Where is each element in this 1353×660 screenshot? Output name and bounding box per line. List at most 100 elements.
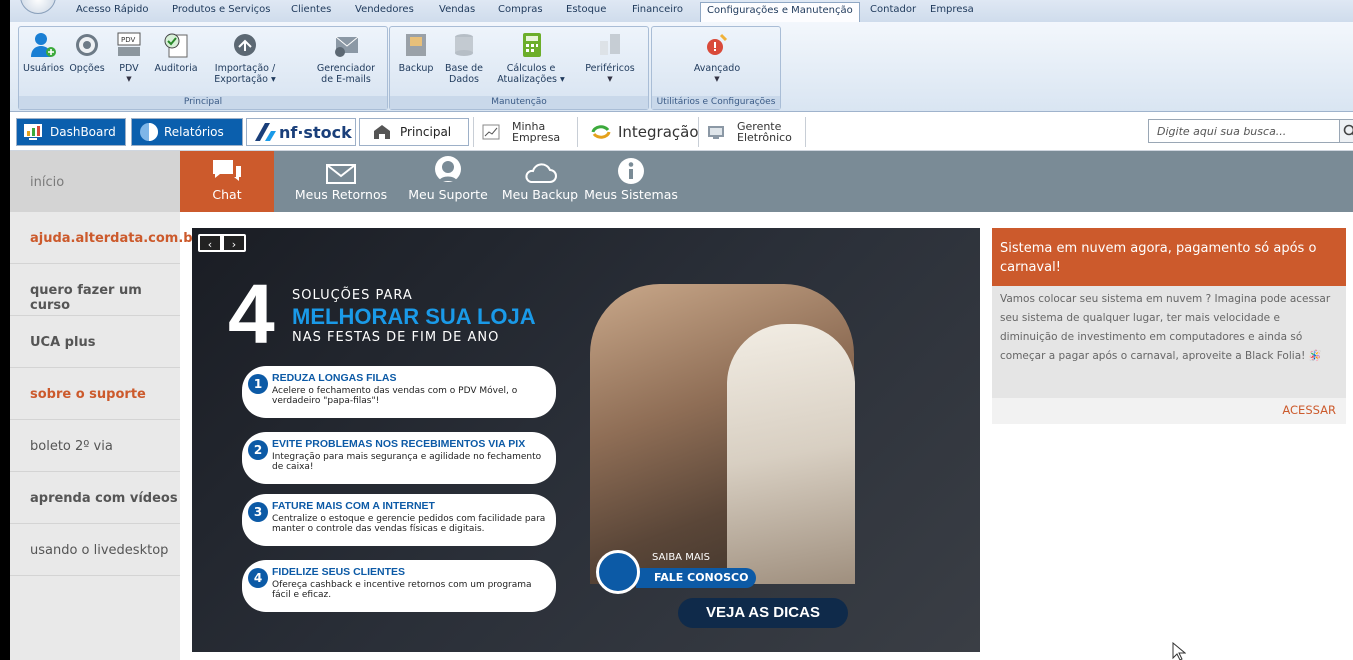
sidebar-item-curso[interactable]: quero fazer um curso <box>10 264 180 316</box>
nav-meu-backup[interactable]: Meu Backup <box>497 151 583 212</box>
database-icon <box>450 31 478 57</box>
chat-icon <box>213 160 241 181</box>
gerenciador-emails-button[interactable]: Gerenciador de E-mails <box>309 31 383 85</box>
tab-compras[interactable]: Compras <box>498 4 543 15</box>
pdv-label: PDV <box>119 63 139 74</box>
promo-banner[interactable]: ‹ › 4 SOLUÇÕES PARA MELHORAR SUA LOJA NA… <box>192 228 980 652</box>
tab-financeiro[interactable]: Financeiro <box>632 4 683 15</box>
users-icon <box>29 31 57 57</box>
tab-configuracoes-manutencao[interactable]: Configurações e Manutenção <box>700 2 860 22</box>
sidebar-item-videos[interactable]: aprenda com vídeos <box>10 472 180 524</box>
inicio-link[interactable]: início <box>10 151 180 212</box>
tab-vendedores[interactable]: Vendedores <box>355 4 414 15</box>
tab-acesso-rapido[interactable]: Acesso Rápido <box>76 4 148 15</box>
perifericos-button[interactable]: Periféricos ▼ <box>580 31 640 85</box>
search-button[interactable] <box>1339 119 1353 143</box>
tab-empresa[interactable]: Empresa <box>930 4 974 15</box>
window-edge <box>0 0 10 660</box>
fale-conosco-label: FALE CONOSCO <box>636 568 756 588</box>
saiba-mais-label: SAIBA MAIS <box>652 552 710 563</box>
empresa-label: Empresa <box>512 131 561 144</box>
relatorios-label: Relatórios <box>164 125 224 139</box>
dashboard-button[interactable]: DashBoard <box>16 118 126 146</box>
card-title: FIDELIZE SEUS CLIENTES <box>272 566 406 578</box>
tab-vendas[interactable]: Vendas <box>439 4 475 15</box>
perifericos-label: Periféricos <box>585 63 635 74</box>
phone-icon <box>596 550 640 594</box>
application-menu-button[interactable] <box>20 0 56 14</box>
card-number: 1 <box>248 374 268 394</box>
nav-meus-retornos[interactable]: Meus Retornos <box>286 151 396 212</box>
info-icon <box>618 158 644 184</box>
nav-chat[interactable]: Chat <box>180 151 274 212</box>
eletronico-label: Eletrônico <box>737 131 792 144</box>
toolbar-separator <box>473 117 474 147</box>
chevron-down-icon: ▾ <box>267 74 276 85</box>
card-number: 4 <box>248 568 268 588</box>
toolbar-separator <box>805 117 806 147</box>
sidebar-item-uca-plus[interactable]: UCA plus <box>10 316 180 368</box>
nav-meu-suporte-label: Meu Suporte <box>408 187 488 202</box>
advanced-warning-icon <box>703 31 731 57</box>
sidebar-item-sobre-suporte[interactable]: sobre o suporte <box>10 368 180 420</box>
avancado-label: Avançado <box>693 63 741 74</box>
carousel-prev-button[interactable]: ‹ <box>200 236 220 251</box>
fale-conosco-badge[interactable]: FALE CONOSCO SAIBA MAIS <box>596 550 756 594</box>
integracao-label: Integração <box>618 123 699 141</box>
gerente-eletronico-label: Gerente Eletrônico <box>737 121 792 143</box>
import-export-icon <box>231 31 259 57</box>
group-manutencao-label: Manutenção <box>390 96 648 109</box>
sidebar-item-ajuda[interactable]: ajuda.alterdata.com.br <box>10 212 199 264</box>
calculator-icon <box>517 31 545 57</box>
pdv-button[interactable]: PDV PDV ▼ <box>111 31 147 85</box>
calculos-atualizacoes-button[interactable]: Cálculos e Atualizações ▾ <box>494 31 568 85</box>
tab-contador[interactable]: Contador <box>870 4 916 15</box>
usuarios-label: Usuários <box>23 63 65 74</box>
auditoria-button[interactable]: Auditoria <box>151 31 201 74</box>
gerenciador-label: Gerenciador <box>316 63 376 74</box>
auditoria-label: Auditoria <box>154 63 198 74</box>
importacao-exportacao-button[interactable]: Importação / Exportação ▾ <box>205 31 285 85</box>
principal-button[interactable]: Principal <box>359 118 469 146</box>
card-number: 3 <box>248 502 268 522</box>
importacao-label: Importação / <box>214 63 276 74</box>
email-manager-icon <box>332 31 360 57</box>
group-manutencao: Backup Base de Dados Cálculos e Atualiza… <box>389 26 649 110</box>
nfstock-logo-icon <box>255 123 276 141</box>
minha-empresa-button[interactable]: Minha Empresa <box>480 118 570 146</box>
nav-meus-sistemas[interactable]: Meus Sistemas <box>583 151 679 212</box>
app-window: Acesso Rápido Produtos e Serviços Client… <box>0 0 1353 660</box>
relatorios-button[interactable]: Relatórios <box>131 118 243 146</box>
tab-clientes[interactable]: Clientes <box>291 4 331 15</box>
veja-dicas-button[interactable]: VEJA AS DICAS <box>678 598 848 628</box>
atualizacoes-label: Atualizações <box>497 74 558 85</box>
nav-meus-sistemas-label: Meus Sistemas <box>584 187 678 202</box>
usuarios-button[interactable]: Usuários <box>23 31 65 74</box>
backup-button[interactable]: Backup <box>396 31 436 74</box>
nfstock-button[interactable]: nf·stock <box>246 118 356 146</box>
search-input[interactable]: Digite aqui sua busca... <box>1148 119 1340 143</box>
nav-meu-suporte[interactable]: Meu Suporte <box>406 151 490 212</box>
card-desc: Ofereça cashback e incentive retornos co… <box>272 580 532 600</box>
base-de-dados-button[interactable]: Base de Dados <box>442 31 486 85</box>
peripherals-icon <box>596 31 624 57</box>
acessar-link[interactable]: ACESSAR <box>992 398 1346 424</box>
nav-meus-retornos-label: Meus Retornos <box>294 187 388 202</box>
tab-produtos-servicos[interactable]: Produtos e Serviços <box>172 4 270 15</box>
carousel-next-button[interactable]: › <box>224 236 244 251</box>
ribbon-panel: Usuários Opções PDV PDV ▼ Auditoria Impo… <box>10 22 1353 112</box>
sidebar-item-boleto[interactable]: boleto 2º via <box>10 420 180 472</box>
gerente-eletronico-button[interactable]: Gerente Eletrônico <box>705 118 815 146</box>
dados-label: Dados <box>449 74 479 85</box>
opcoes-button[interactable]: Opções <box>67 31 107 74</box>
audit-icon <box>162 31 190 58</box>
cloud-icon <box>525 163 557 183</box>
avancado-button[interactable]: Avançado ▼ <box>682 31 752 85</box>
sidebar-item-livedesktop[interactable]: usando o livedesktop <box>10 524 180 576</box>
tab-estoque[interactable]: Estoque <box>566 4 606 15</box>
integracao-button[interactable]: Integração <box>590 118 700 146</box>
banner-line1: SOLUÇÕES PARA <box>292 288 413 303</box>
quick-toolbar: DashBoard Relatórios nf·stock Principal … <box>10 113 1353 151</box>
emails-label: de E-mails <box>321 74 371 85</box>
chevron-down-icon: ▼ <box>714 75 720 83</box>
